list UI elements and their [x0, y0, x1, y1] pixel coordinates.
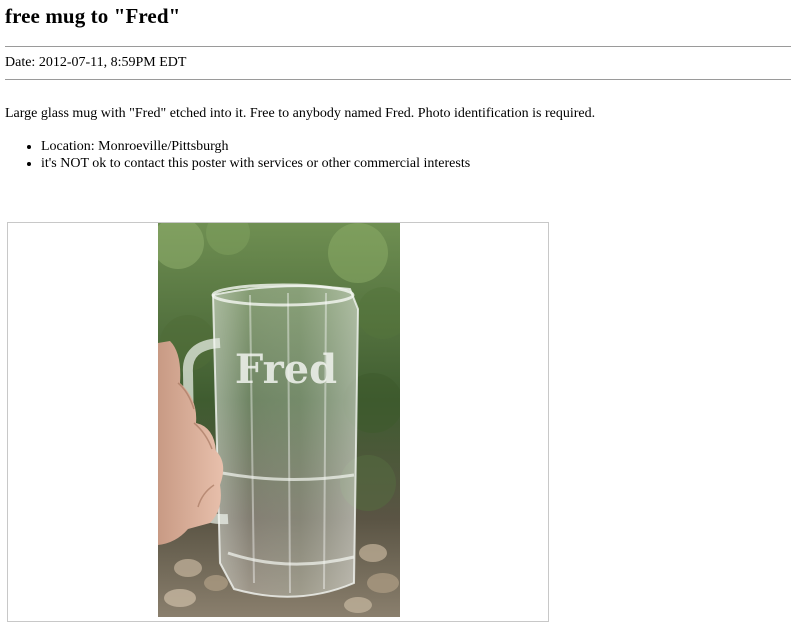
mug-photo[interactable]: Fred: [158, 223, 400, 617]
etched-name: Fred: [235, 346, 337, 393]
top-divider: [5, 46, 791, 47]
post-facts-list: Location: Monroeville/Pittsburgh it's NO…: [0, 138, 470, 172]
bottom-divider: [5, 79, 791, 80]
location-fact: Location: Monroeville/Pittsburgh: [41, 138, 470, 155]
post-date: Date: 2012-07-11, 8:59PM EDT: [5, 55, 187, 70]
post-title: free mug to "Fred": [5, 4, 181, 28]
post-description: Large glass mug with "Fred" etched into …: [5, 106, 596, 121]
contact-policy-fact: it's NOT ok to contact this poster with …: [41, 155, 470, 172]
